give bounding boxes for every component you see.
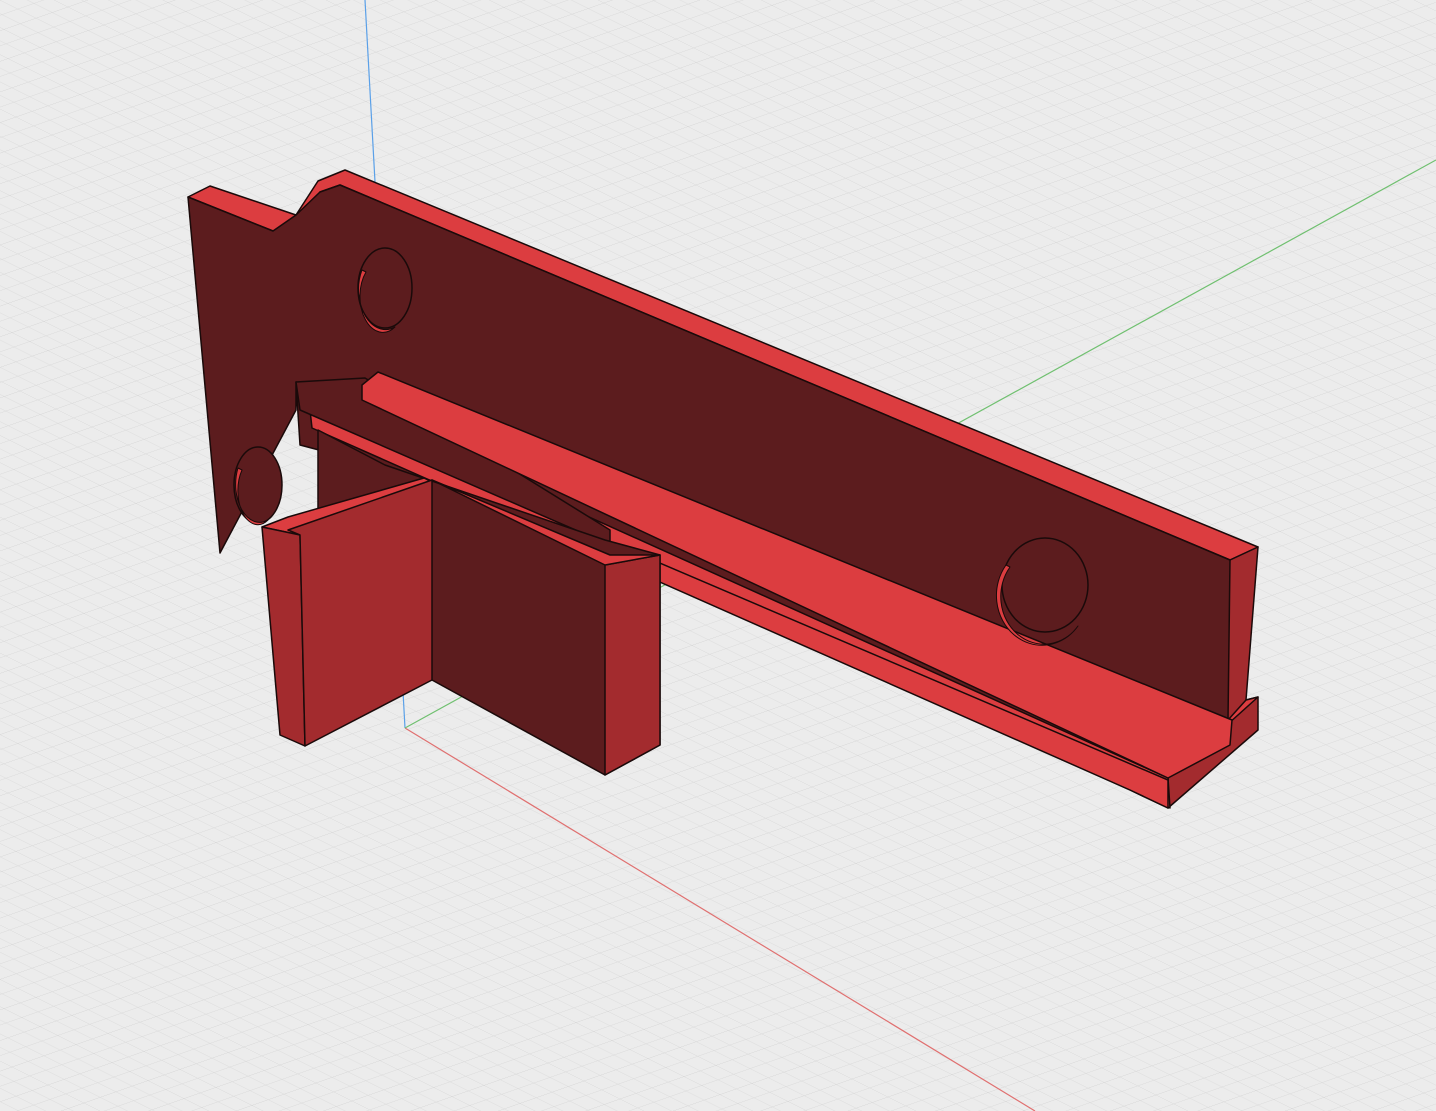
viewport-canvas[interactable] [0, 0, 1436, 1111]
3d-viewport[interactable] [0, 0, 1436, 1111]
mount-hole-2[interactable] [233, 446, 283, 526]
tab-side-face [604, 554, 661, 776]
